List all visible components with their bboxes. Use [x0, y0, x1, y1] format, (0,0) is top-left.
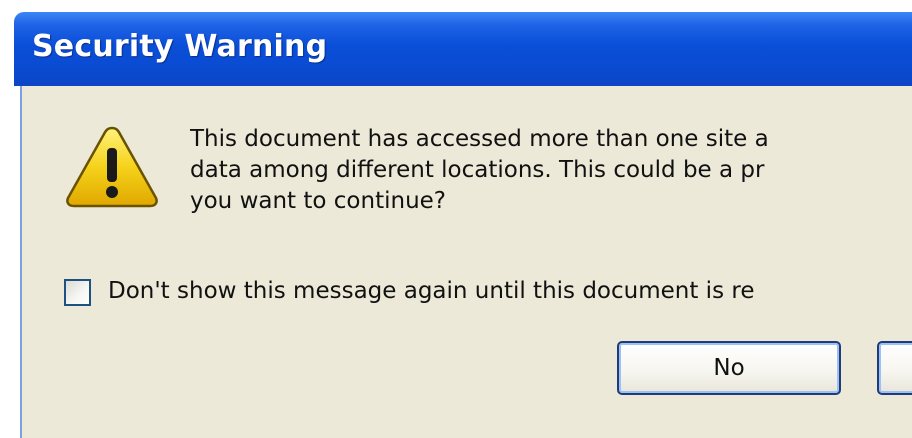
- dont-show-again-label[interactable]: Don't show this message again until this…: [108, 278, 754, 304]
- title-bar[interactable]: Security Warning: [14, 12, 912, 86]
- message-line: data among different locations. This cou…: [190, 157, 765, 183]
- warning-icon: [66, 126, 158, 208]
- dialog-title: Security Warning: [32, 29, 328, 64]
- security-warning-dialog: Security Warning This document has acces…: [0, 0, 912, 438]
- yes-button[interactable]: [877, 341, 912, 395]
- dont-show-again-row[interactable]: Don't show this message again until this…: [64, 276, 912, 314]
- warning-message: This document has accessed more than one…: [190, 124, 912, 217]
- no-button[interactable]: No: [617, 341, 841, 395]
- message-line: you want to continue?: [190, 188, 446, 214]
- message-line: This document has accessed more than one…: [190, 126, 769, 152]
- dont-show-again-checkbox[interactable]: [64, 279, 91, 306]
